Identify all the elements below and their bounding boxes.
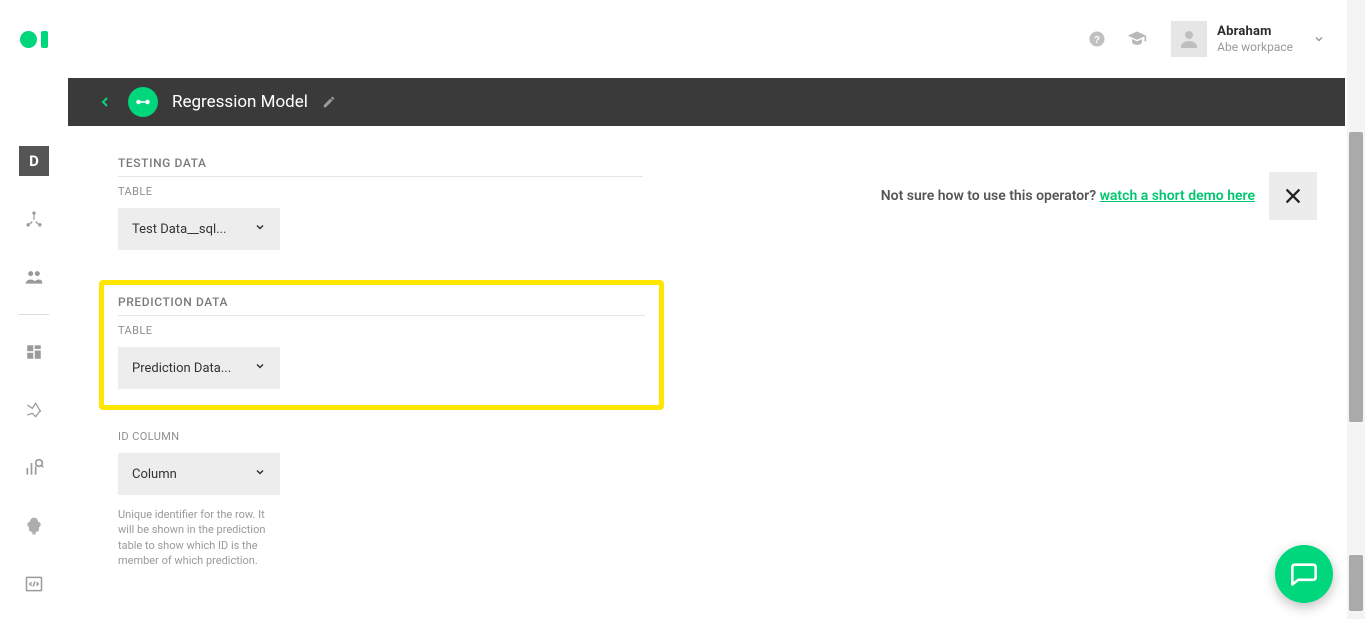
sidebar-d-label: D — [29, 152, 39, 170]
sidebar-item-d[interactable]: D — [19, 146, 49, 176]
help-icon[interactable]: ? — [1087, 29, 1107, 49]
prediction-table-dropdown[interactable]: Prediction Data... — [118, 347, 280, 389]
left-sidebar: D — [0, 130, 68, 619]
logo-bar-icon — [41, 31, 48, 48]
prediction-data-heading: PREDICTION DATA — [118, 295, 645, 316]
testing-data-heading: TESTING DATA — [118, 156, 643, 177]
prediction-table-label: TABLE — [118, 324, 645, 337]
avatar[interactable] — [1171, 21, 1207, 57]
graduation-cap-icon[interactable] — [1127, 29, 1147, 49]
id-column-hint: Unique identifier for the row. It will b… — [118, 507, 278, 569]
sidebar-item-users[interactable] — [19, 262, 49, 292]
sidebar-item-dashboard[interactable] — [19, 337, 49, 367]
back-button[interactable] — [96, 93, 114, 111]
help-banner-prefix: Not sure how to use this operator? — [881, 188, 1100, 204]
sidebar-item-brain[interactable] — [19, 511, 49, 541]
demo-link[interactable]: watch a short demo here — [1100, 188, 1255, 204]
sidebar-item-code[interactable] — [19, 569, 49, 599]
window-scrollbar[interactable] — [1347, 0, 1365, 619]
user-menu[interactable]: Abraham Abe workpace — [1217, 24, 1293, 54]
top-header: ? Abraham Abe workpace — [0, 0, 1345, 78]
page-title-bar: Regression Model — [68, 78, 1345, 126]
id-column-value: Column — [132, 467, 177, 482]
operator-icon — [128, 87, 158, 117]
logo-circle-icon — [20, 31, 37, 48]
svg-text:?: ? — [1094, 35, 1100, 46]
sidebar-item-graph[interactable] — [19, 395, 49, 425]
help-banner: Not sure how to use this operator? watch… — [881, 172, 1317, 220]
chevron-down-icon — [254, 466, 266, 482]
logo[interactable] — [20, 31, 48, 48]
chevron-down-icon[interactable] — [1313, 30, 1325, 49]
scroll-thumb-inner[interactable] — [1349, 555, 1363, 611]
help-banner-text: Not sure how to use this operator? watch… — [881, 188, 1255, 204]
chevron-down-icon — [254, 360, 266, 376]
sidebar-divider — [19, 314, 49, 315]
sidebar-item-analytics[interactable] — [19, 453, 49, 483]
id-column-label: ID COLUMN — [118, 430, 1295, 443]
chevron-down-icon — [254, 221, 266, 237]
chat-button[interactable] — [1275, 545, 1333, 603]
sidebar-item-nodes[interactable] — [19, 204, 49, 234]
close-help-button[interactable] — [1269, 172, 1317, 220]
testing-table-dropdown[interactable]: Test Data__sql... — [118, 208, 280, 250]
user-workspace: Abe workpace — [1217, 40, 1293, 54]
user-name: Abraham — [1217, 24, 1293, 40]
page-title: Regression Model — [172, 92, 308, 112]
id-column-dropdown[interactable]: Column — [118, 453, 280, 495]
prediction-table-value: Prediction Data... — [132, 361, 231, 376]
prediction-highlight-box: PREDICTION DATA TABLE Prediction Data... — [99, 280, 664, 410]
testing-table-value: Test Data__sql... — [132, 222, 226, 237]
scroll-thumb[interactable] — [1349, 132, 1363, 422]
edit-title-icon[interactable] — [322, 95, 336, 109]
